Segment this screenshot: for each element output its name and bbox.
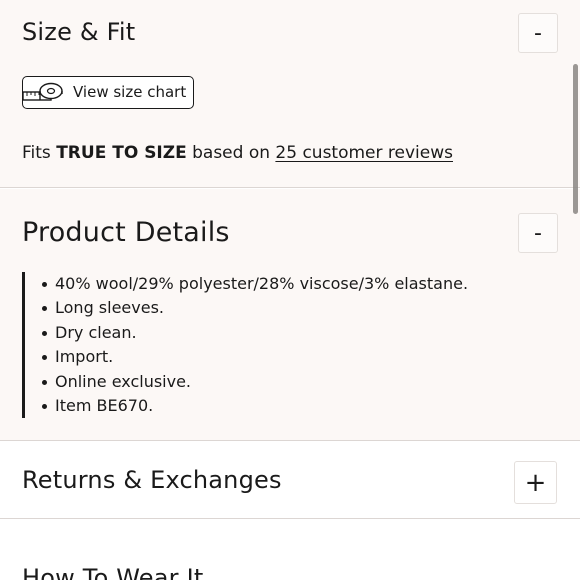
product-details-collapse-button[interactable]: - <box>518 213 558 253</box>
minus-icon: - <box>534 220 542 246</box>
list-item: 40% wool/29% polyester/28% viscose/3% el… <box>42 272 542 296</box>
list-item: Dry clean. <box>42 321 542 345</box>
fit-summary: Fits TRUE TO SIZE based on 25 customer r… <box>22 143 453 163</box>
minus-icon: - <box>534 20 542 46</box>
size-fit-section: Size & Fit - View size chart Fits TRUE T… <box>0 0 580 188</box>
plus-icon: + <box>524 467 547 498</box>
measuring-tape-icon <box>22 82 63 101</box>
how-to-wear-title[interactable]: How To Wear It <box>22 564 203 580</box>
fit-summary-value: TRUE TO SIZE <box>56 143 187 163</box>
returns-exchanges-expand-button[interactable]: + <box>514 461 557 504</box>
product-details-list: 40% wool/29% polyester/28% viscose/3% el… <box>22 272 542 418</box>
page-scrollbar[interactable] <box>573 64 578 214</box>
size-fit-title[interactable]: Size & Fit <box>22 18 135 46</box>
list-item: Long sleeves. <box>42 296 542 320</box>
returns-exchanges-section: Returns & Exchanges + <box>0 442 580 519</box>
product-accordion-page: Size & Fit - View size chart Fits TRUE T… <box>0 0 580 580</box>
fit-summary-middle: based on <box>186 143 276 163</box>
view-size-chart-label: View size chart <box>73 83 187 101</box>
list-item: Item BE670. <box>42 394 542 418</box>
fit-summary-prefix: Fits <box>22 143 57 163</box>
size-fit-collapse-button[interactable]: - <box>518 13 558 53</box>
how-to-wear-section: How To Wear It <box>0 520 580 580</box>
view-size-chart-button[interactable]: View size chart <box>22 76 194 109</box>
returns-exchanges-title[interactable]: Returns & Exchanges <box>22 466 282 494</box>
customer-reviews-link[interactable]: 25 customer reviews <box>275 143 453 163</box>
product-details-title[interactable]: Product Details <box>22 217 230 248</box>
list-item: Online exclusive. <box>42 370 542 394</box>
list-item: Import. <box>42 345 542 369</box>
product-details-section: Product Details - 40% wool/29% polyester… <box>0 189 580 441</box>
